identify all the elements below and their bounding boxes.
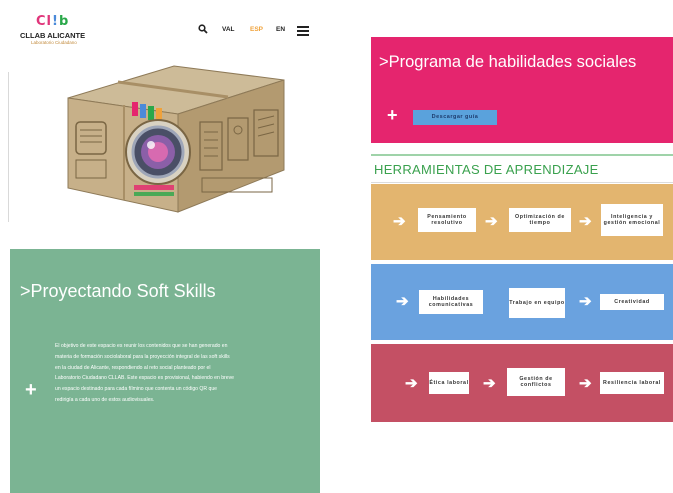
search-icon[interactable]	[198, 24, 208, 34]
tool-item[interactable]: Habilidades comunicativas	[419, 290, 483, 314]
tool-item[interactable]: Optimización de tiempo	[509, 208, 571, 232]
tool-item[interactable]: Resiliencia laboral	[600, 372, 664, 394]
tool-item[interactable]: Creatividad	[600, 294, 664, 310]
program-title: >Programa de habilidades sociales	[379, 53, 637, 71]
tool-item[interactable]: Trabajo en equipo	[509, 288, 565, 318]
divider	[371, 182, 673, 183]
program-expand-button[interactable]: +	[387, 105, 398, 126]
arrow-right-icon: ➔	[396, 293, 409, 310]
cardboard-projector-illustration	[67, 65, 285, 213]
tool-item[interactable]: Gestión de conflictos	[507, 368, 565, 396]
download-guide-button[interactable]: Descargar guía	[413, 110, 497, 125]
logo-title: CLLAB ALICANTE	[20, 31, 86, 40]
tools-title: HERRAMIENTAS DE APRENDIZAJE	[374, 162, 599, 177]
menu-icon[interactable]	[297, 26, 309, 36]
arrow-right-icon: ➔	[579, 213, 592, 230]
program-section: >Programa de habilidades sociales + Desc…	[371, 37, 673, 143]
soft-skills-description: El objetivo de este espacio es reunir lo…	[55, 343, 234, 403]
logo[interactable]: Cl!b CLLAB ALICANTE Laboratorio Ciudadan…	[20, 14, 90, 54]
arrow-right-icon: ➔	[579, 375, 592, 392]
tools-row-1: ➔ Pensamiento resolutivo ➔ Optimización …	[371, 184, 673, 260]
tools-row-2: ➔ Habilidades comunicativas Trabajo en e…	[371, 264, 673, 340]
divider	[371, 154, 673, 156]
soft-skills-expand-button[interactable]: +	[25, 379, 37, 402]
arrow-right-icon: ➔	[393, 213, 406, 230]
tool-item[interactable]: Pensamiento resolutivo	[418, 208, 476, 232]
language-en[interactable]: EN	[276, 26, 285, 38]
arrow-right-icon: ➔	[485, 213, 498, 230]
tool-item[interactable]: Ética laboral	[429, 372, 469, 394]
soft-skills-title: >Proyectando Soft Skills	[20, 281, 216, 301]
tools-row-3: ➔ Ética laboral ➔ Gestión de conflictos …	[371, 344, 673, 422]
logo-mark: Cl!b	[36, 14, 70, 29]
language-esp[interactable]: ESP	[250, 26, 263, 38]
divider	[8, 72, 9, 222]
language-val[interactable]: VAL	[222, 26, 235, 38]
arrow-right-icon: ➔	[483, 375, 496, 392]
arrow-right-icon: ➔	[579, 293, 592, 310]
arrow-right-icon: ➔	[405, 375, 418, 392]
logo-subtitle: Laboratorio Ciudadano	[31, 40, 77, 45]
tool-item[interactable]: Inteligencia y gestión emocional	[601, 204, 663, 236]
soft-skills-section: >Proyectando Soft Skills + El objetivo d…	[10, 249, 320, 493]
